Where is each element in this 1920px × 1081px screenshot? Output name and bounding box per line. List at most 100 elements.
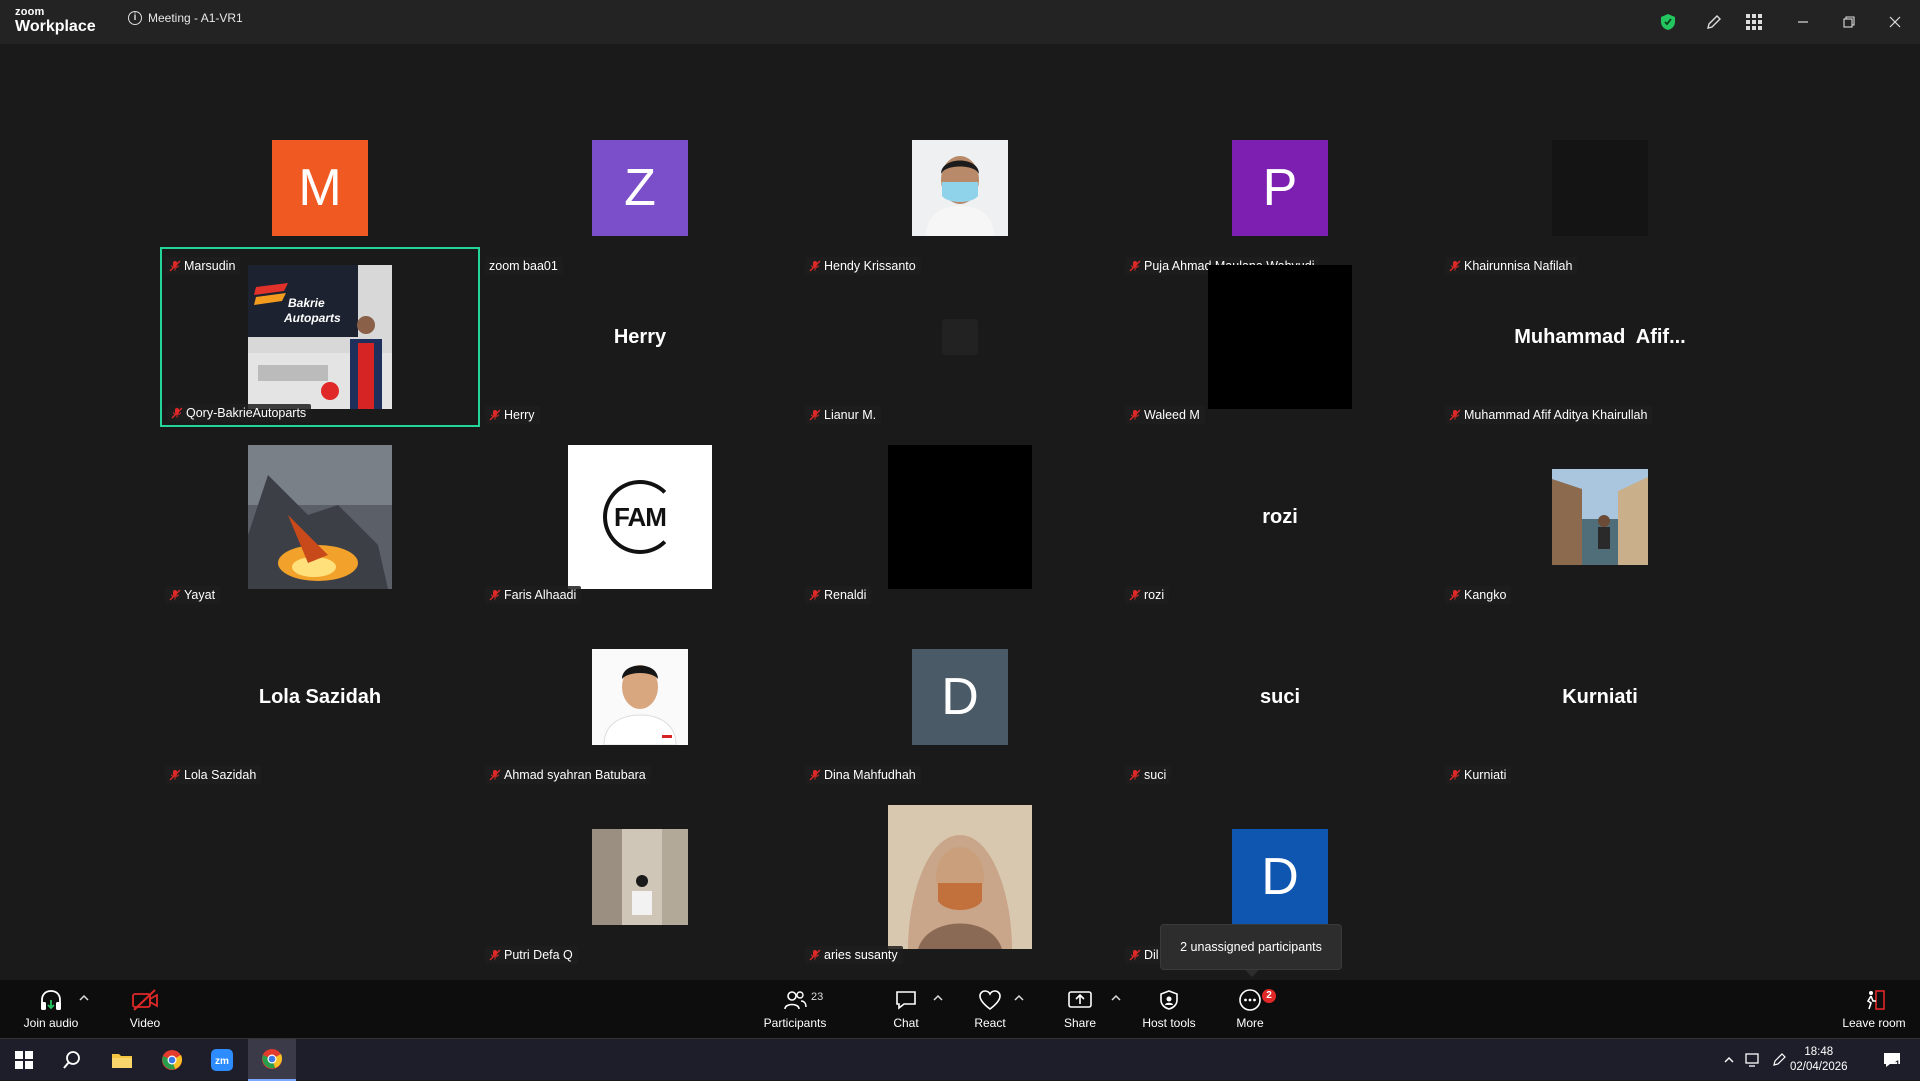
video-off-icon <box>132 989 158 1011</box>
encryption-shield-icon[interactable] <box>1656 10 1680 34</box>
participant-tile[interactable]: Renaldi <box>800 427 1120 607</box>
mic-off-icon <box>809 949 821 961</box>
search-icon[interactable] <box>48 1039 96 1081</box>
participant-tile[interactable]: Kurniati Kurniati <box>1440 607 1760 787</box>
participant-display-name: suci <box>1259 685 1301 708</box>
participant-avatar: P <box>1232 140 1328 236</box>
more-notification-badge: 2 <box>1262 989 1276 1003</box>
participant-tile[interactable]: Muhammad Afif... Muhammad Afif Aditya Kh… <box>1440 247 1760 427</box>
tooltip-text: 2 unassigned participants <box>1180 940 1322 954</box>
participant-display-name: rozi <box>1262 505 1298 528</box>
windows-taskbar: zm 18:48 02/04/2026 1 <box>0 1038 1920 1081</box>
participant-name-tag: suci <box>1125 766 1172 784</box>
participant-name-tag: Lola Sazidah <box>165 766 262 784</box>
apps-grid-icon[interactable] <box>1742 10 1766 34</box>
participant-tile[interactable]: Herry Herry <box>480 247 800 427</box>
participant-tile[interactable]: Yayat <box>160 427 480 607</box>
mic-off-icon <box>1129 949 1141 961</box>
participant-name: Putri Defa Q <box>504 948 573 962</box>
participant-name: Yayat <box>184 588 216 602</box>
participant-name: Renaldi <box>824 588 867 602</box>
video-button[interactable]: Video <box>118 984 172 1034</box>
heart-icon <box>979 990 1001 1011</box>
chrome-icon[interactable] <box>148 1039 196 1081</box>
participant-tile[interactable]: rozi rozi <box>1120 427 1440 607</box>
participants-label: Participants <box>763 1016 827 1030</box>
participant-display-name: Herry <box>613 325 667 348</box>
close-button[interactable] <box>1880 10 1910 34</box>
svg-text:zm: zm <box>215 1056 229 1067</box>
participant-tile[interactable]: aries susanty <box>800 787 1120 967</box>
participant-name: Muhammad Afif Aditya Khairullah <box>1464 408 1648 422</box>
participant-name-tag: Muhammad Afif Aditya Khairullah <box>1445 406 1653 424</box>
participant-name-tag: Kurniati <box>1445 766 1512 784</box>
join-audio-button[interactable]: Join audio <box>16 984 86 1034</box>
mic-off-icon <box>169 769 181 781</box>
participant-tile[interactable]: Ahmad syahran Batubara <box>480 607 800 787</box>
file-explorer-icon[interactable] <box>98 1039 146 1081</box>
participant-name: Qory-BakrieAutoparts <box>186 406 307 420</box>
participant-tile[interactable]: suci suci <box>1120 607 1440 787</box>
participant-name-tag: Kangko <box>1445 586 1512 604</box>
participant-name-tag: Faris Alhaadi <box>485 586 582 604</box>
react-options-caret-icon[interactable] <box>1013 992 1025 1004</box>
more-label: More <box>1236 1016 1264 1030</box>
chrome-active-icon[interactable] <box>248 1039 296 1081</box>
participant-tile[interactable]: Kangko <box>1440 427 1760 607</box>
share-options-caret-icon[interactable] <box>1110 992 1122 1004</box>
participant-name-tag: rozi <box>1125 586 1170 604</box>
participant-tile[interactable]: Lianur M. <box>800 247 1120 427</box>
minimize-button[interactable] <box>1788 10 1818 34</box>
mic-off-icon <box>171 407 183 419</box>
mic-off-icon <box>809 409 821 421</box>
mic-off-icon <box>1449 409 1461 421</box>
title-bar: zoom Workplace i Meeting - A1-VR1 <box>0 0 1920 44</box>
mic-off-icon <box>489 769 501 781</box>
mic-off-icon <box>1129 589 1141 601</box>
foundry-photo <box>248 445 392 589</box>
bakrie-office-photo: Bakrie Autoparts <box>248 265 392 409</box>
pen-input-icon[interactable] <box>1770 1051 1788 1069</box>
participant-tile-active-speaker[interactable]: Bakrie Autoparts Qory-BakrieAutoparts <box>160 247 480 427</box>
zoom-workplace-logo: zoom Workplace <box>15 7 96 35</box>
chat-options-caret-icon[interactable] <box>932 992 944 1004</box>
react-button[interactable]: React <box>962 984 1018 1034</box>
windows-start-icon[interactable] <box>0 1039 48 1081</box>
mic-off-icon <box>1129 769 1141 781</box>
host-tools-button[interactable]: Host tools <box>1136 984 1202 1034</box>
black-photo <box>888 445 1032 589</box>
participant-tile[interactable]: D Dina Mahfudhah <box>800 607 1120 787</box>
clock-date: 02/04/2026 <box>1790 1061 1848 1073</box>
participant-display-name: Kurniati <box>1562 685 1638 708</box>
fam-logo-text: FAM <box>614 501 667 532</box>
fam-logo-ring: FAM <box>603 480 677 554</box>
notifications-icon[interactable]: 1 <box>1880 1051 1904 1069</box>
participant-tile[interactable]: Waleed M <box>1120 247 1440 427</box>
zoom-app-icon[interactable]: zm <box>198 1039 246 1081</box>
meeting-info-button[interactable]: i Meeting - A1-VR1 <box>128 11 243 25</box>
system-clock[interactable]: 18:48 02/04/2026 <box>1790 1045 1848 1075</box>
participants-icon <box>784 991 807 1010</box>
participant-name-tag: aries susanty <box>805 946 903 964</box>
network-icon[interactable] <box>1744 1051 1762 1069</box>
participant-name: Faris Alhaadi <box>504 588 577 602</box>
young-man-photo <box>592 649 688 745</box>
chat-button[interactable]: Chat <box>878 984 934 1034</box>
participant-name-tag: Ahmad syahran Batubara <box>485 766 651 784</box>
restore-button[interactable] <box>1834 10 1864 34</box>
leave-door-icon <box>1866 990 1885 1010</box>
audio-options-caret-icon[interactable] <box>78 992 90 1004</box>
participant-avatar: D <box>912 649 1008 745</box>
share-button[interactable]: Share <box>1052 984 1108 1034</box>
participant-tile[interactable]: FAM Faris Alhaadi <box>480 427 800 607</box>
participant-tile[interactable]: Putri Defa Q <box>480 787 800 967</box>
annotate-pencil-icon[interactable] <box>1702 10 1726 34</box>
participant-display-name: Muhammad Afif... <box>1514 325 1686 348</box>
mic-off-icon <box>1129 409 1141 421</box>
mic-off-icon <box>489 949 501 961</box>
show-hidden-icons-chevron-icon[interactable] <box>1720 1051 1738 1069</box>
participant-name-tag: Dina Mahfudhah <box>805 766 921 784</box>
participant-name: Kangko <box>1464 588 1507 602</box>
leave-room-button[interactable]: Leave room <box>1836 984 1912 1034</box>
participant-tile[interactable]: Lola Sazidah Lola Sazidah <box>160 607 480 787</box>
